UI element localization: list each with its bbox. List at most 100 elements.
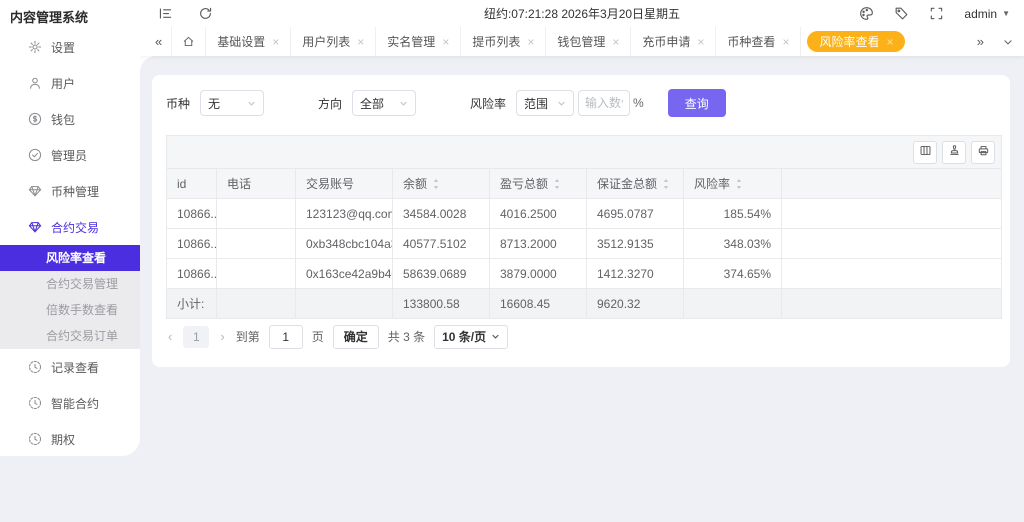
risk-value-input[interactable] bbox=[578, 90, 630, 116]
cell: 8713.2000 bbox=[490, 229, 587, 259]
admin-username: admin bbox=[964, 7, 997, 21]
sidebar-item-4[interactable]: 币种管理 bbox=[0, 173, 140, 209]
admin-check-icon bbox=[28, 148, 42, 162]
tab-1[interactable]: 用户列表× bbox=[291, 27, 376, 56]
collapse-icon[interactable] bbox=[158, 6, 173, 21]
close-icon[interactable]: × bbox=[886, 35, 893, 49]
cell: 0x163ce42a9b407... bbox=[296, 259, 393, 289]
sidebar-item-2[interactable]: 钱包 bbox=[0, 101, 140, 137]
sort-icon[interactable] bbox=[552, 178, 562, 190]
content-area: 币种 无 方向 全部 风险率 范围 % 查询 bbox=[140, 56, 1024, 522]
cell: 348.03% bbox=[684, 229, 782, 259]
sidebar-subitem-3[interactable]: 合约交易订单 bbox=[0, 323, 140, 349]
close-icon[interactable]: × bbox=[697, 35, 704, 49]
print-button[interactable] bbox=[971, 141, 995, 164]
sidebar-item-0[interactable]: 设置 bbox=[0, 29, 140, 65]
tabs-scroll-right-button[interactable]: » bbox=[977, 34, 984, 49]
page-number-button[interactable]: 1 bbox=[183, 326, 209, 348]
tab-2[interactable]: 实名管理× bbox=[376, 27, 461, 56]
chevron-down-icon bbox=[557, 99, 566, 108]
refresh-icon[interactable] bbox=[198, 6, 213, 21]
sidebar-item-3[interactable]: 管理员 bbox=[0, 137, 140, 173]
sidebar-item-5[interactable]: 合约交易 bbox=[0, 209, 140, 245]
subtotal-cell bbox=[217, 289, 296, 319]
sidebar-item-label: 设置 bbox=[51, 39, 75, 56]
cell: 3879.0000 bbox=[490, 259, 587, 289]
column-label: 保证金总额 bbox=[597, 175, 657, 192]
sidebar-item-1[interactable]: 用户 bbox=[0, 65, 140, 101]
home-icon[interactable] bbox=[171, 27, 206, 56]
prev-page-icon[interactable]: ‹ bbox=[166, 329, 174, 344]
chevron-down-icon bbox=[491, 332, 500, 341]
chevron-down-icon bbox=[247, 99, 256, 108]
sidebar-item-7[interactable]: 智能合约 bbox=[0, 385, 140, 421]
close-icon[interactable]: × bbox=[272, 35, 279, 49]
tab-4[interactable]: 钱包管理× bbox=[546, 27, 631, 56]
column-header-6[interactable]: 风险率 bbox=[684, 169, 782, 199]
risk-mode-select[interactable]: 范围 bbox=[516, 90, 574, 116]
topbar-left-icons bbox=[158, 6, 213, 21]
sidebar-subitem-2[interactable]: 倍数手数查看 bbox=[0, 297, 140, 323]
table-block: id电话交易账号余额盈亏总额保证金总额风险率10866...123123@qq.… bbox=[166, 135, 1002, 349]
sidebar-item-6[interactable]: 记录查看 bbox=[0, 349, 140, 385]
tab-7[interactable]: 风险率查看× bbox=[807, 31, 905, 52]
direction-select[interactable]: 全部 bbox=[352, 90, 416, 116]
page-size-select[interactable]: 10 条/页 bbox=[434, 325, 508, 349]
risk-rate-table: id电话交易账号余额盈亏总额保证金总额风险率10866...123123@qq.… bbox=[166, 168, 1002, 319]
sidebar-item-label: 管理员 bbox=[51, 147, 87, 164]
tab-3[interactable]: 提币列表 × bbox=[461, 27, 546, 56]
subtotal-cell bbox=[684, 289, 782, 319]
topbar-right-icons bbox=[859, 6, 944, 21]
goto-confirm-button[interactable]: 确定 bbox=[333, 325, 379, 349]
sidebar: 内容管理系统 设置用户钱包管理员币种管理合约交易风险率查看合约交易管理倍数手数查… bbox=[0, 0, 140, 456]
next-page-icon[interactable]: › bbox=[218, 329, 226, 344]
sidebar-item-8[interactable]: 期权 bbox=[0, 421, 140, 457]
sidebar-subitem-1[interactable]: 合约交易管理 bbox=[0, 271, 140, 297]
tabs-scroll-left-button[interactable]: « bbox=[146, 27, 171, 56]
cell: 10866... bbox=[167, 229, 217, 259]
close-icon[interactable]: × bbox=[527, 35, 534, 49]
record-clock-icon bbox=[28, 360, 42, 374]
tab-5[interactable]: 充币申请× bbox=[631, 27, 716, 56]
palette-icon[interactable] bbox=[859, 6, 874, 21]
cell: 123123@qq.com bbox=[296, 199, 393, 229]
cell-filler bbox=[782, 259, 1002, 289]
close-icon[interactable]: × bbox=[612, 35, 619, 49]
table-toolbar bbox=[166, 135, 1002, 168]
close-icon[interactable]: × bbox=[357, 35, 364, 49]
tabs-menu-chevron-down-icon[interactable] bbox=[1002, 36, 1014, 48]
subtotal-row: 小计:133800.5816608.459620.32 bbox=[167, 289, 1002, 319]
cell: 10866... bbox=[167, 259, 217, 289]
sort-icon[interactable] bbox=[661, 178, 671, 190]
tab-label: 提币列表 bbox=[472, 33, 520, 50]
cell: 58639.0689 bbox=[393, 259, 490, 289]
sidebar-item-label: 智能合约 bbox=[51, 395, 99, 412]
topbar: 纽约:07:21:28 2026年3月20日星期五 admin ▼ bbox=[140, 0, 1024, 27]
tab-0[interactable]: 基础设置× bbox=[206, 27, 291, 56]
pagination: ‹ 1 › 到第 页 确定 共 3 条 10 条/页 bbox=[166, 319, 1002, 349]
columns-button[interactable] bbox=[913, 141, 937, 164]
currency-select[interactable]: 无 bbox=[200, 90, 264, 116]
close-icon[interactable]: × bbox=[442, 35, 449, 49]
column-header-3[interactable]: 余额 bbox=[393, 169, 490, 199]
sort-icon[interactable] bbox=[734, 178, 744, 190]
sidebar-subitem-0[interactable]: 风险率查看 bbox=[0, 245, 140, 271]
export-button[interactable] bbox=[942, 141, 966, 164]
search-button[interactable]: 查询 bbox=[668, 89, 726, 117]
column-header-4[interactable]: 盈亏总额 bbox=[490, 169, 587, 199]
caret-down-icon: ▼ bbox=[1002, 9, 1010, 18]
table-row-2: 10866... 0x163ce42a9b407...58639.06893879… bbox=[167, 259, 1002, 289]
close-icon[interactable]: × bbox=[782, 35, 789, 49]
admin-dropdown[interactable]: admin ▼ bbox=[964, 7, 1010, 21]
fullscreen-icon[interactable] bbox=[929, 6, 944, 21]
tag-icon[interactable] bbox=[894, 6, 909, 21]
tab-6[interactable]: 币种查看× bbox=[716, 27, 801, 56]
total-count-label: 共 3 条 bbox=[388, 328, 425, 345]
goto-page-input[interactable] bbox=[269, 325, 303, 349]
filter-bar: 币种 无 方向 全部 风险率 范围 % 查询 bbox=[166, 89, 1002, 117]
currency-select-value: 无 bbox=[208, 95, 220, 112]
column-header-5[interactable]: 保证金总额 bbox=[587, 169, 684, 199]
column-label: id bbox=[177, 177, 186, 191]
sort-icon[interactable] bbox=[431, 178, 441, 190]
direction-select-value: 全部 bbox=[360, 95, 384, 112]
